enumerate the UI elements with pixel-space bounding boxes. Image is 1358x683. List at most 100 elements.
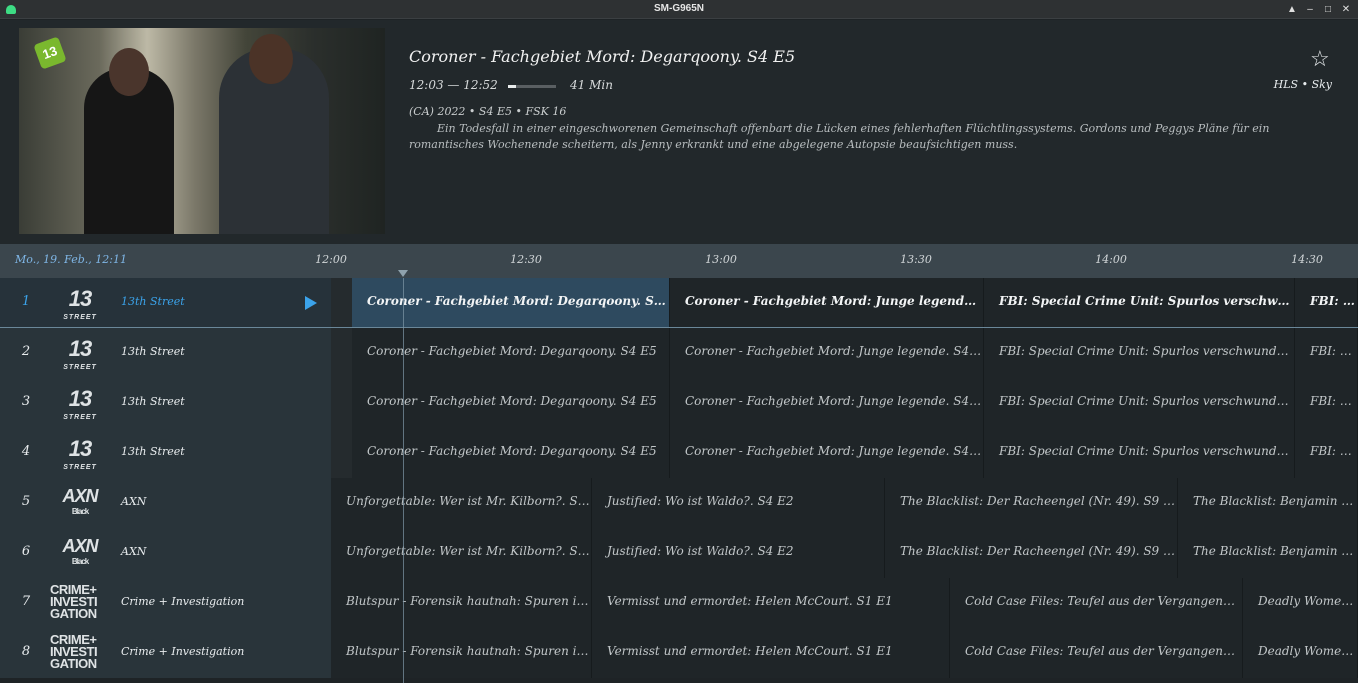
program-cell[interactable]: FBI: Spec xyxy=(1295,278,1358,328)
channel-row: 3 13 STREET 13th Street Coroner - Fachgeb… xyxy=(0,378,1358,428)
window-close-button[interactable]: ✕ xyxy=(1338,2,1354,17)
channel-number: 1 xyxy=(21,294,31,309)
time-tick: 14:30 xyxy=(1291,253,1323,266)
program-cell[interactable]: Cold Case Files: Teufel aus der Vergange… xyxy=(950,578,1243,628)
program-cell[interactable]: Vermisst und ermordet: Helen McCourt. S1… xyxy=(592,628,950,678)
channel-logo-axn-black-icon: AXN Black xyxy=(62,536,98,566)
program-progress-fill xyxy=(508,85,517,88)
current-date-time: Mo., 19. Feb., 12:11 xyxy=(15,253,127,266)
channel-name: 13th Street xyxy=(121,395,185,408)
window-minimize-button[interactable]: – xyxy=(1302,2,1318,17)
program-cell[interactable]: Unforgettable: Wer ist Mr. Kilborn?. S2 … xyxy=(331,478,592,528)
channel-row: 1 13 STREET 13th Street Coroner - Fachgeb… xyxy=(0,278,1358,328)
channel-logo-13th-street-icon: 13 STREET xyxy=(63,436,97,471)
channel-number: 3 xyxy=(21,394,31,409)
program-cell[interactable]: FBI: Special Crime Unit: Spurlos verschw… xyxy=(984,378,1295,428)
program-cell[interactable]: Coroner - Fachgebiet Mord: Junge legende… xyxy=(670,378,984,428)
past-time-shade xyxy=(331,278,352,328)
epg-grid: 1 13 STREET 13th Street Coroner - Fachgeb… xyxy=(0,278,1358,683)
window-up-icon[interactable]: ▲ xyxy=(1284,2,1300,17)
program-cell[interactable]: The Blacklist: Der Racheengel (Nr. 49). … xyxy=(885,478,1178,528)
program-cell[interactable]: Deadly Women - W xyxy=(1243,578,1358,628)
channel-number: 6 xyxy=(21,544,31,559)
program-detail-header: 13 Coroner - Fachgebiet Mord: Degarqoony… xyxy=(0,20,1358,244)
program-cell[interactable]: Coroner - Fachgebiet Mord: Degarqoony. S… xyxy=(352,328,670,378)
program-cell[interactable]: Coroner - Fachgebiet Mord: Junge legende… xyxy=(670,278,984,328)
channel-cell[interactable]: 7 CRIME+ INVESTI GATION Crime + Investig… xyxy=(0,578,331,628)
channel-cell[interactable]: 4 13 STREET 13th Street xyxy=(0,428,331,478)
program-cell[interactable]: FBI: Spec xyxy=(1295,428,1358,478)
program-cell[interactable]: FBI: Special Crime Unit: Spurlos verschw… xyxy=(984,278,1295,328)
thumbnail-head-left xyxy=(109,48,149,96)
program-cell[interactable]: Coroner - Fachgebiet Mord: Junge legende… xyxy=(670,328,984,378)
channel-row: 2 13 STREET 13th Street Coroner - Fachgeb… xyxy=(0,328,1358,378)
program-cell[interactable]: The Blacklist: Der Racheengel (Nr. 49). … xyxy=(885,528,1178,578)
stream-source: HLS • Sky xyxy=(1273,78,1332,91)
channel-cell[interactable]: 5 AXN Black AXN xyxy=(0,478,331,528)
program-cell[interactable]: The Blacklist: Benjamin T. Oka xyxy=(1178,528,1358,578)
channel-number: 4 xyxy=(21,444,31,459)
channel-badge-logo: 13 xyxy=(33,36,67,70)
channel-cell[interactable]: 2 13 STREET 13th Street xyxy=(0,328,331,378)
window-maximize-button[interactable]: □ xyxy=(1320,2,1336,17)
channel-name: AXN xyxy=(121,495,147,508)
channel-logo-13th-street-icon: 13 STREET xyxy=(63,386,97,421)
selected-row-divider xyxy=(0,327,1358,328)
window-title: SM-G965N xyxy=(653,3,704,14)
program-cell[interactable]: Coroner - Fachgebiet Mord: Degarqoony. S… xyxy=(352,428,670,478)
program-progress-bar xyxy=(508,85,556,88)
past-time-shade xyxy=(331,428,352,478)
program-cell[interactable]: Cold Case Files: Teufel aus der Vergange… xyxy=(950,628,1243,678)
channel-number: 7 xyxy=(21,594,31,609)
channel-logo-crime-investigation-icon: CRIME+ INVESTI GATION xyxy=(50,632,98,671)
channel-logo-crime-investigation-icon: CRIME+ INVESTI GATION xyxy=(50,582,98,621)
favorite-star-icon[interactable]: ☆ xyxy=(1310,46,1330,72)
program-cell[interactable]: FBI: Spec xyxy=(1295,328,1358,378)
now-time-line xyxy=(403,278,404,683)
program-duration: 41 Min xyxy=(570,78,613,92)
channel-name: 13th Street xyxy=(121,295,185,308)
past-time-shade xyxy=(331,378,352,428)
program-description: Ein Todesfall in einer eingeschworenen G… xyxy=(409,122,1270,151)
channel-row: 6 AXN Black AXN Unforgettable: Wer ist Mr… xyxy=(0,528,1358,578)
program-cell[interactable]: Justified: Wo ist Waldo?. S4 E2 xyxy=(592,478,885,528)
program-cell[interactable]: The Blacklist: Benjamin T. Oka xyxy=(1178,478,1358,528)
channel-logo-13th-street-icon: 13 STREET xyxy=(63,336,97,371)
program-title: Coroner - Fachgebiet Mord: Degarqoony. S… xyxy=(409,47,796,66)
program-cell[interactable]: Blutspur - Forensik hautnah: Spuren in d… xyxy=(331,578,592,628)
now-marker-icon xyxy=(398,270,408,277)
channel-number: 5 xyxy=(21,494,31,509)
timeline-header: Mo., 19. Feb., 12:11 12:00 12:30 13:00 1… xyxy=(0,244,1358,278)
program-cell[interactable]: FBI: Special Crime Unit: Spurlos verschw… xyxy=(984,328,1295,378)
time-tick: 12:00 xyxy=(315,253,347,266)
play-icon[interactable] xyxy=(305,296,317,310)
program-cell[interactable]: Coroner - Fachgebiet Mord: Junge legende… xyxy=(670,428,984,478)
window-titlebar: SM-G965N ▲ – □ ✕ xyxy=(0,0,1358,19)
program-thumbnail[interactable]: 13 xyxy=(19,28,385,234)
program-cell[interactable]: Coroner - Fachgebiet Mord: Degarqoony. S… xyxy=(352,378,670,428)
time-tick: 13:30 xyxy=(900,253,932,266)
program-cell[interactable]: Coroner - Fachgebiet Mord: Degarqoony. S… xyxy=(352,278,670,328)
channel-name: Crime + Investigation xyxy=(121,645,245,658)
program-meta: (CA) 2022 • S4 E5 • FSK 16 xyxy=(409,105,567,118)
program-cell[interactable]: Justified: Wo ist Waldo?. S4 E2 xyxy=(592,528,885,578)
channel-cell[interactable]: 8 CRIME+ INVESTI GATION Crime + Investig… xyxy=(0,628,331,678)
channel-name: 13th Street xyxy=(121,445,185,458)
program-time-range: 12:03 — 12:52 xyxy=(409,78,498,92)
program-cell[interactable]: FBI: Special Crime Unit: Spurlos verschw… xyxy=(984,428,1295,478)
channel-cell[interactable]: 6 AXN Black AXN xyxy=(0,528,331,578)
channel-cell[interactable]: 1 13 STREET 13th Street xyxy=(0,278,331,328)
channel-cell[interactable]: 3 13 STREET 13th Street xyxy=(0,378,331,428)
channel-number: 2 xyxy=(21,344,31,359)
time-tick: 13:00 xyxy=(705,253,737,266)
program-cell[interactable]: Deadly Women - W xyxy=(1243,628,1358,678)
channel-name: 13th Street xyxy=(121,345,185,358)
program-cell[interactable]: Unforgettable: Wer ist Mr. Kilborn?. S2 … xyxy=(331,528,592,578)
channel-row: 7 CRIME+ INVESTI GATION Crime + Investig… xyxy=(0,578,1358,628)
program-cell[interactable]: FBI: Spec xyxy=(1295,378,1358,428)
past-time-shade xyxy=(331,328,352,378)
channel-row: 8 CRIME+ INVESTI GATION Crime + Investig… xyxy=(0,628,1358,678)
program-cell[interactable]: Vermisst und ermordet: Helen McCourt. S1… xyxy=(592,578,950,628)
program-cell[interactable]: Blutspur - Forensik hautnah: Spuren in d… xyxy=(331,628,592,678)
channel-name: AXN xyxy=(121,545,147,558)
